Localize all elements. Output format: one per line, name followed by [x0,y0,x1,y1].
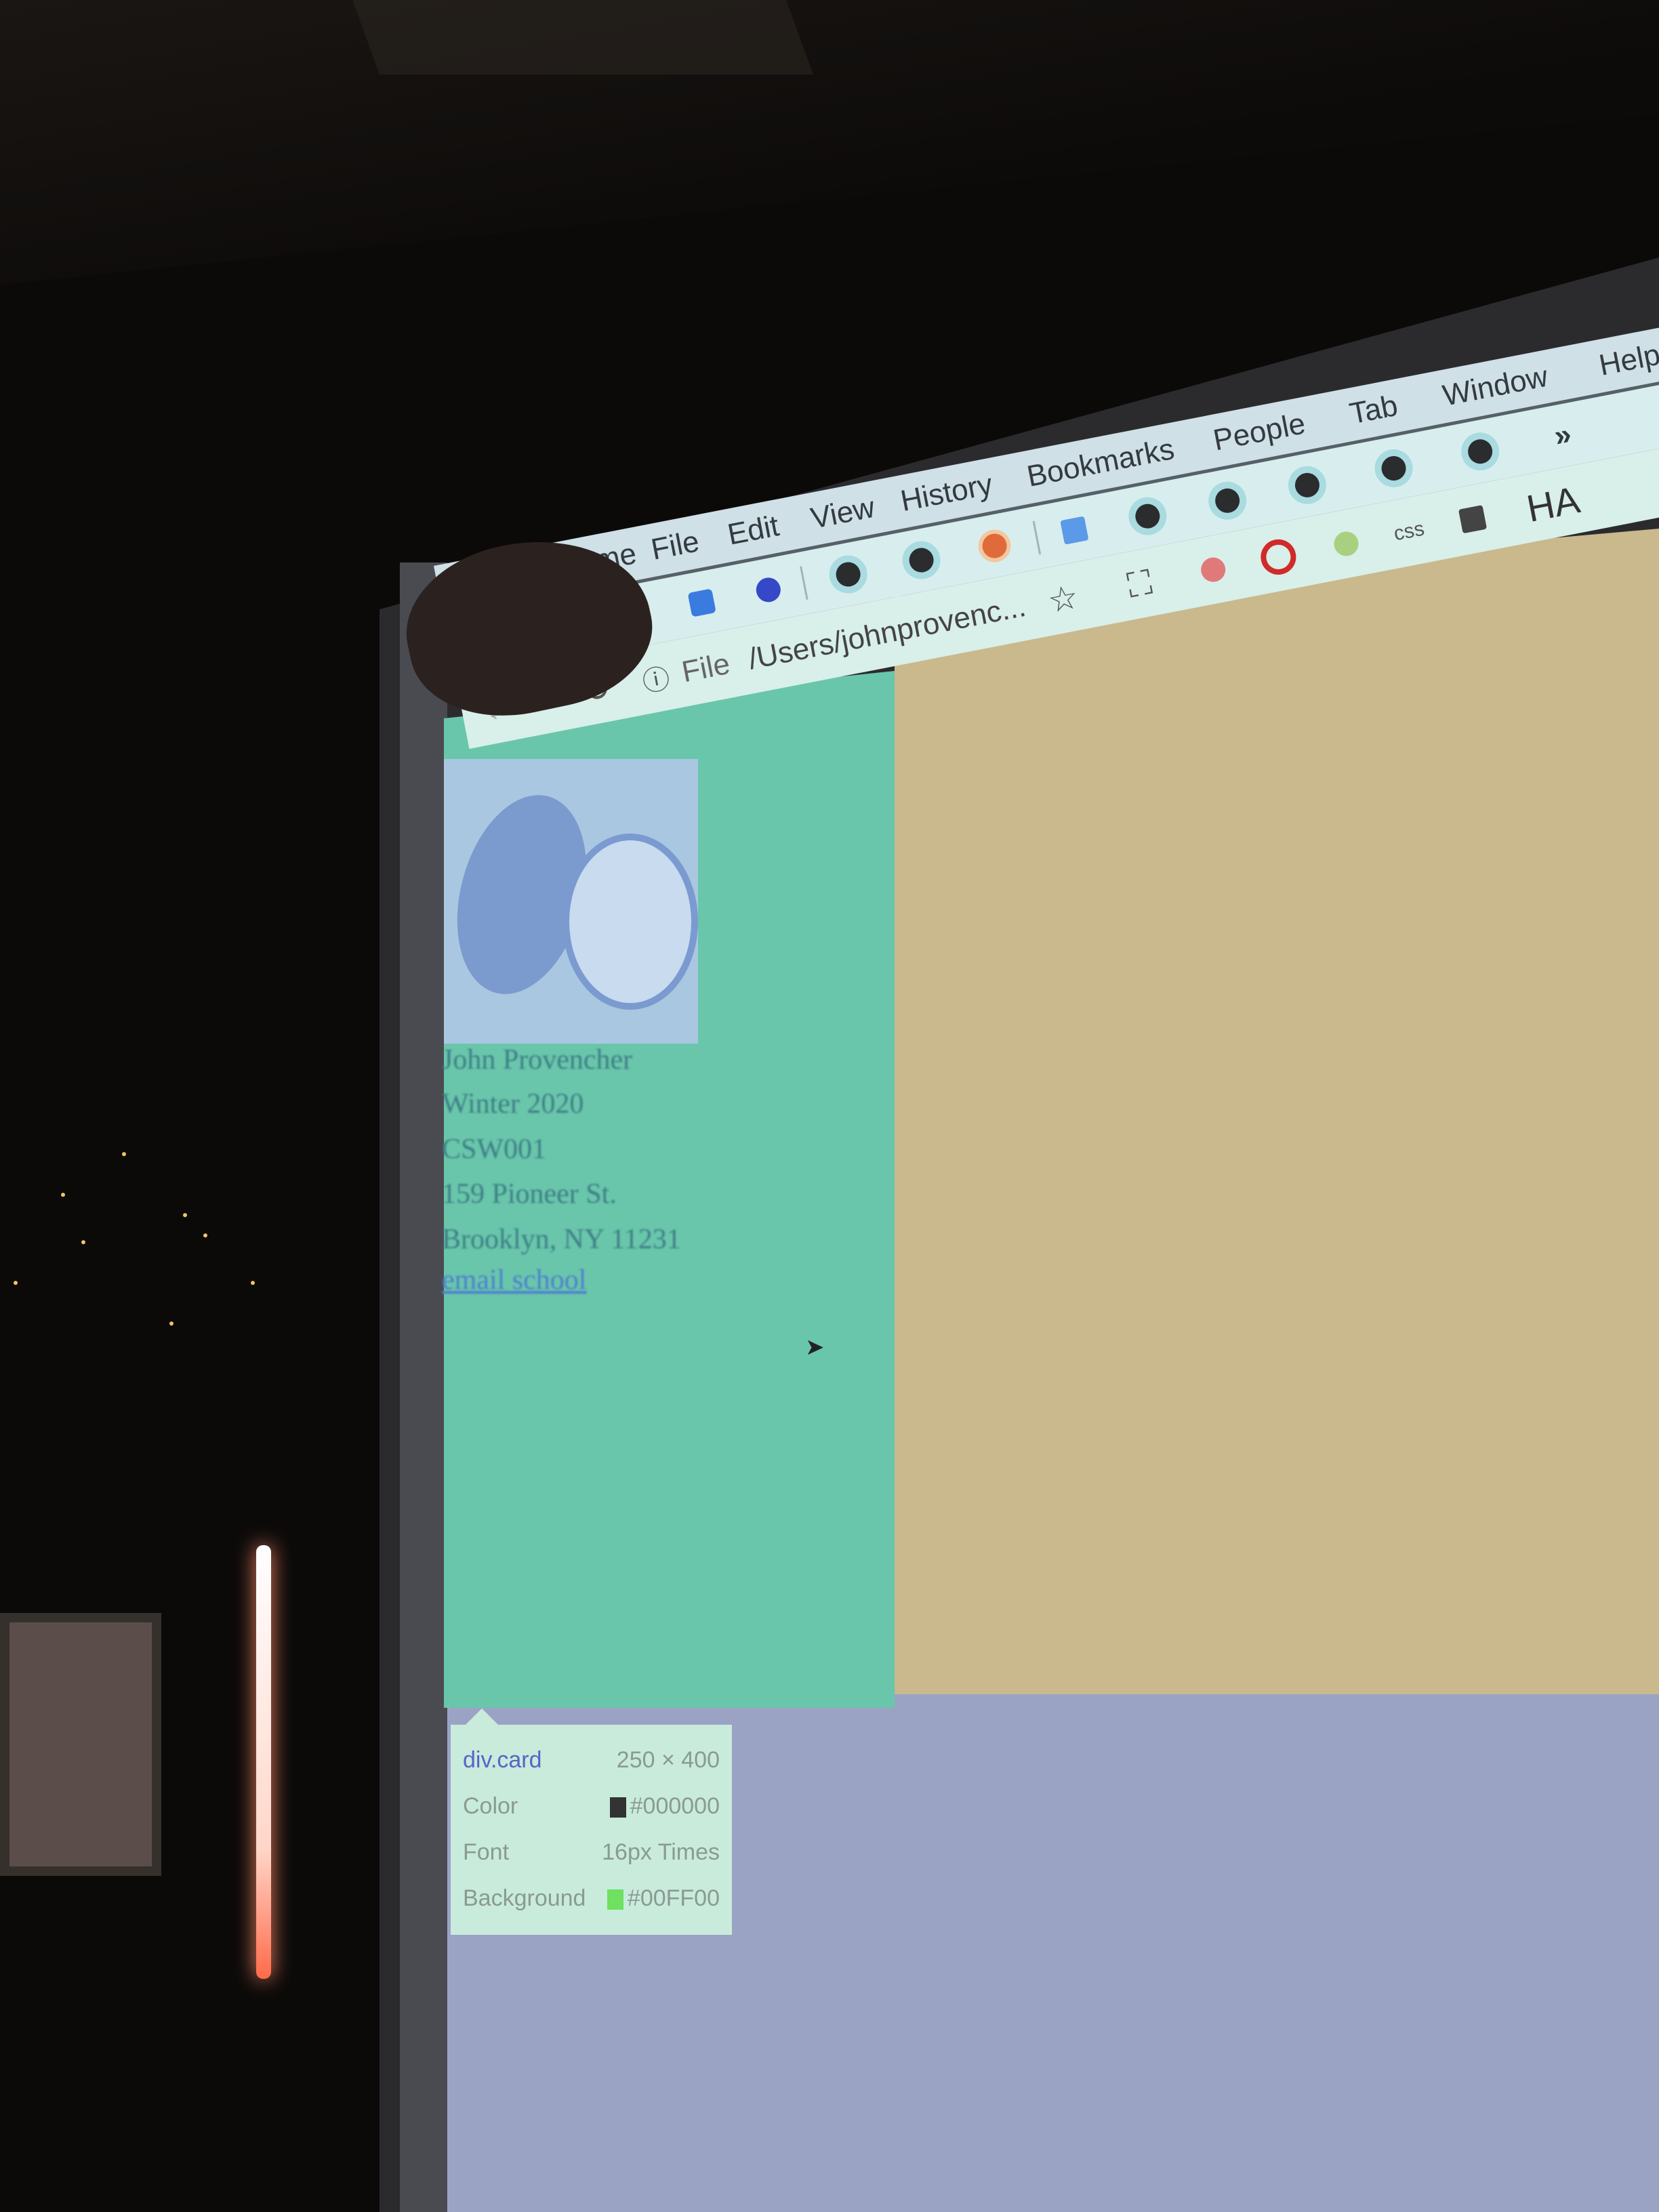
lamp [256,1545,271,1979]
mouse-cursor-icon: ➤ [805,1334,825,1360]
tooltip-dimensions: 250 × 400 [616,1746,720,1773]
separator [1032,520,1042,555]
card-name: John Provencher [442,1044,633,1076]
favicon-icon[interactable] [834,560,863,589]
blue-circle-icon[interactable] [754,575,783,605]
menu-help[interactable]: Help [1597,338,1659,383]
app-icon[interactable] [687,588,716,617]
bowl-figure [562,834,698,1010]
color-swatch [609,1797,626,1818]
ceiling [0,0,1659,285]
room-window [0,1613,161,1876]
shield-extension-icon[interactable] [1199,555,1228,584]
separator [800,566,808,600]
menu-people[interactable]: People [1210,407,1308,457]
tooltip-color-label: Color [463,1793,518,1819]
p-icon[interactable] [1060,516,1089,545]
star-badge-icon[interactable] [980,531,1009,560]
bookmarks-overflow-button[interactable]: » [1551,417,1574,454]
dark-square-extension-icon[interactable] [1458,505,1488,534]
card-term: Winter 2020 [442,1088,584,1120]
favicon-icon[interactable] [907,546,936,575]
screenshot-icon[interactable]: ⛶ [1124,562,1155,606]
card-city: Brooklyn, NY 11231 [442,1224,681,1255]
card-course: CSW001 [442,1134,547,1165]
tan-panel [895,529,1659,1694]
tooltip-background-value: #00FF00 [627,1885,720,1911]
scheme-label: File [679,647,733,689]
menu-file[interactable]: File [649,525,702,567]
favicon-icon[interactable] [1213,486,1242,515]
menu-view[interactable]: View [808,491,877,536]
card-address: 159 Pioneer St. [442,1179,617,1210]
menu-tab[interactable]: Tab [1347,389,1401,432]
ha-extension-icon[interactable]: HA [1523,477,1583,531]
screen-edge [400,562,447,2212]
leaf-extension-icon[interactable] [1332,529,1361,558]
menu-history[interactable]: History [898,468,996,518]
ceiling-beam [352,0,814,75]
info-icon[interactable]: ⓘ [638,656,673,700]
tooltip-color-value: #000000 [630,1793,720,1819]
tooltip-font-value: 16px Times [602,1839,720,1865]
opera-icon[interactable] [1257,536,1299,578]
favicon-icon[interactable] [1292,470,1322,499]
bookmark-star-icon[interactable]: ☆ [1044,577,1082,621]
tooltip-selector: div.card [463,1746,542,1773]
favicon-icon[interactable] [1379,453,1408,483]
tooltip-background-label: Background [463,1885,586,1911]
menu-window[interactable]: Window [1440,360,1551,413]
tooltip-font-label: Font [463,1839,510,1865]
favicon-icon[interactable] [1466,437,1495,466]
city-lights [0,1152,380,1355]
background-swatch [607,1889,623,1910]
favicon-icon[interactable] [1133,501,1162,531]
menu-edit[interactable]: Edit [725,509,782,552]
card-email-link[interactable]: email school [442,1264,586,1296]
css-extension-icon[interactable]: css [1392,517,1427,546]
inspector-tooltip: div.card 250 × 400 Color #000000 Font 16… [451,1708,732,1935]
